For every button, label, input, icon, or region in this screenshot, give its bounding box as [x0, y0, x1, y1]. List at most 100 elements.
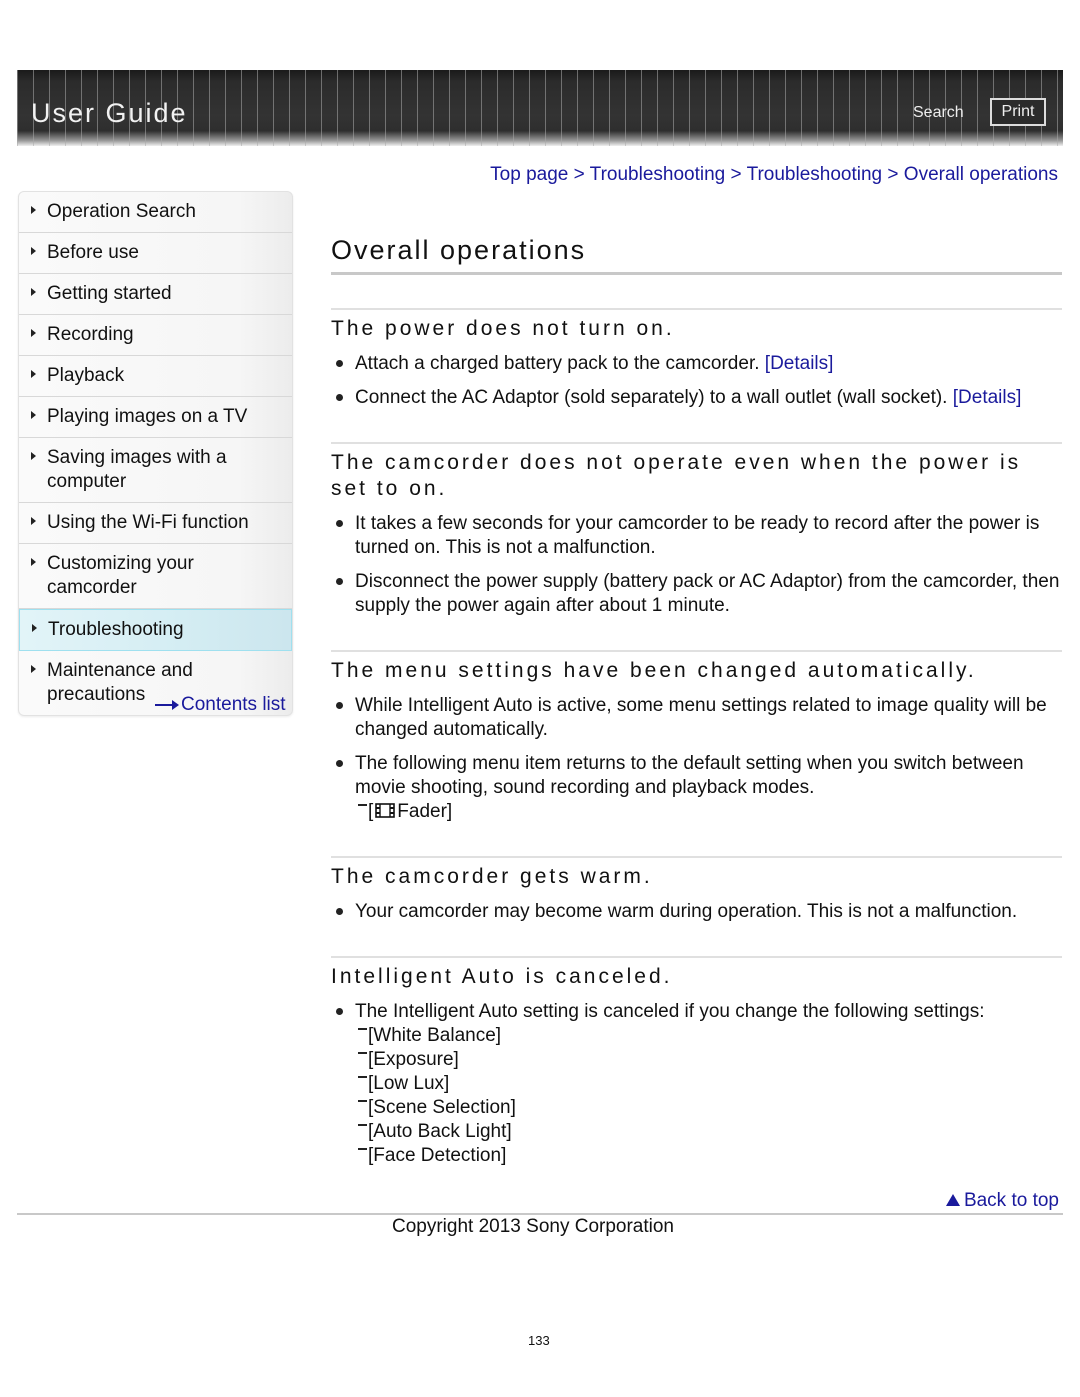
- sub-item-label: [Auto Back Light]: [368, 1121, 512, 1142]
- list-item: Your camcorder may become warm during op…: [331, 900, 1062, 924]
- contents-list-link[interactable]: Contents list: [155, 694, 286, 716]
- list-item: Disconnect the power supply (battery pac…: [331, 570, 1062, 618]
- bullet-text: While Intelligent Auto is active, some m…: [355, 695, 1047, 740]
- details-link[interactable]: [Details]: [953, 387, 1022, 408]
- breadcrumb-separator: >: [887, 164, 899, 185]
- breadcrumb-separator: >: [730, 164, 742, 185]
- sidebar-item-playback[interactable]: Playback: [19, 356, 292, 397]
- copyright: Copyright 2013 Sony Corporation: [392, 1216, 675, 1237]
- sidebar-item-saving-images[interactable]: Saving images with a computer: [19, 438, 292, 503]
- section-not-operating: The camcorder does not operate even when…: [331, 442, 1062, 618]
- sidebar-item-label: Using the Wi-Fi function: [47, 512, 249, 533]
- bullet-text: The following menu item returns to the d…: [355, 753, 1024, 798]
- sub-item-label: Fader]: [397, 801, 453, 822]
- section-heading: The menu settings have been changed auto…: [331, 659, 977, 682]
- sidebar-item-troubleshooting[interactable]: Troubleshooting: [19, 609, 292, 651]
- triangle-right-icon: [31, 329, 36, 337]
- sub-item-label: [Face Detection]: [368, 1145, 507, 1166]
- dash-icon: [358, 1124, 367, 1126]
- triangle-right-icon: [31, 517, 36, 525]
- sidebar-item-getting-started[interactable]: Getting started: [19, 274, 292, 315]
- breadcrumb-troubleshooting-sub[interactable]: Troubleshooting: [747, 164, 883, 185]
- breadcrumb-separator: >: [573, 164, 585, 185]
- sidebar-item-wifi-function[interactable]: Using the Wi-Fi function: [19, 503, 292, 544]
- print-button[interactable]: Print: [990, 98, 1046, 126]
- dash-icon: [358, 1028, 367, 1030]
- breadcrumb-troubleshooting[interactable]: Troubleshooting: [590, 164, 726, 185]
- page-number: 133: [528, 1333, 550, 1348]
- sidebar-item-label: Getting started: [47, 283, 172, 304]
- triangle-up-icon: [945, 1194, 960, 1206]
- sub-item: [White Balance]: [355, 1024, 1062, 1048]
- list-item: It takes a few seconds for your camcorde…: [331, 512, 1062, 560]
- list-item: Connect the AC Adaptor (sold separately)…: [331, 386, 1062, 410]
- search-link[interactable]: Search: [913, 104, 964, 122]
- sidebar-item-customizing[interactable]: Customizing your camcorder: [19, 544, 292, 609]
- triangle-right-icon: [31, 558, 36, 566]
- sidebar-item-operation-search[interactable]: Operation Search: [19, 192, 292, 233]
- sidebar-item-label: Playback: [47, 365, 125, 386]
- header-banner: User Guide Search Print: [17, 70, 1063, 146]
- dash-icon: [358, 804, 367, 806]
- contents-list-label: Contents list: [181, 694, 286, 715]
- sub-item: [Exposure]: [355, 1048, 1062, 1072]
- bullet-text: Attach a charged battery pack to the cam…: [355, 353, 760, 374]
- sidebar-item-label: Saving images with a computer: [47, 447, 227, 492]
- page-title: Overall operations: [331, 230, 1062, 275]
- back-to-top-label: Back to top: [963, 1190, 1059, 1211]
- film-icon: [375, 803, 396, 818]
- sub-item-fader: [Fader]: [355, 800, 1062, 824]
- triangle-right-icon: [31, 247, 36, 255]
- triangle-right-icon: [31, 288, 36, 296]
- section-gets-warm: The camcorder gets warm. Your camcorder …: [331, 856, 1062, 924]
- dash-icon: [358, 1076, 367, 1078]
- arrow-right-icon: [155, 699, 179, 710]
- bullet-text: Disconnect the power supply (battery pac…: [355, 571, 1060, 616]
- triangle-right-icon: [31, 370, 36, 378]
- footer-divider: [17, 1213, 1063, 1215]
- section-menu-settings-changed: The menu settings have been changed auto…: [331, 650, 1062, 824]
- sidebar-item-label: Troubleshooting: [48, 619, 184, 640]
- app-title: User Guide: [31, 98, 188, 128]
- section-heading: The power does not turn on.: [331, 317, 675, 340]
- sub-item-label: [Scene Selection]: [368, 1097, 516, 1118]
- sidebar-nav: Operation Search Before use Getting star…: [18, 191, 293, 716]
- dash-icon: [358, 1052, 367, 1054]
- section-power-not-on: The power does not turn on. Attach a cha…: [331, 308, 1062, 410]
- sidebar-item-before-use[interactable]: Before use: [19, 233, 292, 274]
- triangle-right-icon: [31, 452, 36, 460]
- triangle-right-icon: [31, 665, 36, 673]
- sidebar-item-label: Recording: [47, 324, 134, 345]
- details-link[interactable]: [Details]: [765, 353, 834, 374]
- section-heading: The camcorder gets warm.: [331, 865, 653, 888]
- sub-item: [Low Lux]: [355, 1072, 1062, 1096]
- bullet-text: Connect the AC Adaptor (sold separately)…: [355, 387, 948, 408]
- sidebar-item-recording[interactable]: Recording: [19, 315, 292, 356]
- sidebar-item-playing-images-tv[interactable]: Playing images on a TV: [19, 397, 292, 438]
- back-to-top-link[interactable]: Back to top: [945, 1190, 1059, 1212]
- sub-item-label: [Low Lux]: [368, 1073, 450, 1094]
- sub-item: [Face Detection]: [355, 1144, 1062, 1168]
- bullet-text: Your camcorder may become warm during op…: [355, 901, 1018, 922]
- list-item: While Intelligent Auto is active, some m…: [331, 694, 1062, 742]
- section-intelligent-auto-canceled: Intelligent Auto is canceled. The Intell…: [331, 956, 1062, 1168]
- sub-item: [Scene Selection]: [355, 1096, 1062, 1120]
- section-heading: Intelligent Auto is canceled.: [331, 965, 673, 988]
- triangle-right-icon: [32, 624, 37, 632]
- breadcrumb: Top page > Troubleshooting > Troubleshoo…: [490, 164, 1058, 186]
- bullet-text: The Intelligent Auto setting is canceled…: [355, 1001, 985, 1022]
- section-heading: The camcorder does not operate even when…: [331, 451, 1022, 500]
- sidebar-item-label: Before use: [47, 242, 139, 263]
- list-item: The Intelligent Auto setting is canceled…: [331, 1000, 1062, 1168]
- list-item: The following menu item returns to the d…: [331, 752, 1062, 824]
- sub-item: [Auto Back Light]: [355, 1120, 1062, 1144]
- main-content: Overall operations The power does not tu…: [331, 230, 1062, 1168]
- bullet-text: It takes a few seconds for your camcorde…: [355, 513, 1040, 558]
- sidebar-item-label: Operation Search: [47, 201, 196, 222]
- dash-icon: [358, 1148, 367, 1150]
- breadcrumb-top-page[interactable]: Top page: [490, 164, 568, 185]
- sidebar-item-label: Playing images on a TV: [47, 406, 248, 427]
- sub-item-label: [Exposure]: [368, 1049, 459, 1070]
- sidebar-item-label: Customizing your camcorder: [47, 553, 194, 598]
- breadcrumb-overall-operations[interactable]: Overall operations: [904, 164, 1058, 185]
